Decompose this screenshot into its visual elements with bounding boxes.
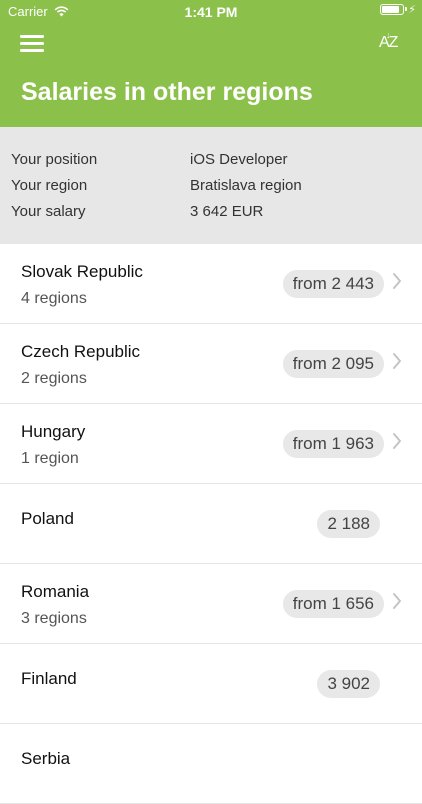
region-value: Bratislava region xyxy=(190,177,302,194)
user-info-panel: Your position iOS Developer Your region … xyxy=(0,127,422,244)
battery-level xyxy=(382,6,400,13)
salary-badge: from 1 963 xyxy=(282,430,384,458)
sort-alphabetical-icon[interactable]: ↓ AZ xyxy=(378,30,404,56)
region-count: 4 regions xyxy=(21,290,87,307)
country-row[interactable]: Slovak Republic 4 regions from 2 443 xyxy=(0,244,422,324)
region-label: Your region xyxy=(11,177,88,194)
region-count: 3 regions xyxy=(21,610,87,627)
menu-line xyxy=(20,35,44,38)
country-name: Slovak Republic xyxy=(21,262,143,281)
salary-badge: from 2 095 xyxy=(282,350,384,378)
chevron-right-icon xyxy=(392,352,402,372)
position-label: Your position xyxy=(11,151,98,168)
status-time: 1:41 PM xyxy=(184,4,238,20)
country-name: Czech Republic xyxy=(21,342,141,361)
country-row[interactable]: Czech Republic 2 regions from 2 095 xyxy=(0,324,422,404)
country-row[interactable]: Romania 3 regions from 1 656 xyxy=(0,564,422,644)
hamburger-menu-icon[interactable] xyxy=(20,33,46,53)
country-name: Romania xyxy=(21,582,90,601)
region-count: 2 regions xyxy=(21,370,87,387)
salary-badge: from 1 656 xyxy=(282,590,384,618)
salary-label: Your salary xyxy=(11,203,86,220)
chevron-right-icon xyxy=(392,432,402,452)
charging-bolt-icon: ⚡ xyxy=(408,4,416,16)
battery-icon xyxy=(380,4,408,15)
country-name: Hungary xyxy=(21,422,86,441)
country-name: Finland xyxy=(21,669,77,688)
app-header: Carrier 1:41 PM ⚡ ↓ AZ Salaries in other… xyxy=(0,0,422,127)
salary-badge: 3 902 xyxy=(317,670,380,698)
country-row[interactable]: Poland 2 188 xyxy=(0,484,422,564)
country-row[interactable]: Finland 3 902 xyxy=(0,644,422,724)
country-name: Serbia xyxy=(21,749,71,768)
menu-line xyxy=(20,42,44,45)
country-list: Slovak Republic 4 regions from 2 443 Czech … xyxy=(0,244,422,804)
chevron-right-icon xyxy=(392,272,402,292)
page-title: Salaries in other regions xyxy=(21,78,313,106)
status-right: ⚡ xyxy=(380,3,416,16)
region-count: 1 region xyxy=(21,450,79,467)
salary-value: 3 642 EUR xyxy=(190,203,264,220)
position-value: iOS Developer xyxy=(190,151,288,168)
country-row[interactable]: Serbia xyxy=(0,724,422,804)
menu-line xyxy=(20,49,44,52)
country-name: Poland xyxy=(21,509,74,528)
salary-badge: 2 188 xyxy=(317,510,380,538)
sort-glyph: AZ xyxy=(379,34,398,51)
status-bar: Carrier 1:41 PM ⚡ xyxy=(0,0,422,24)
salary-badge: from 2 443 xyxy=(282,270,384,298)
country-row[interactable]: Hungary 1 region from 1 963 xyxy=(0,404,422,484)
chevron-right-icon xyxy=(392,592,402,612)
